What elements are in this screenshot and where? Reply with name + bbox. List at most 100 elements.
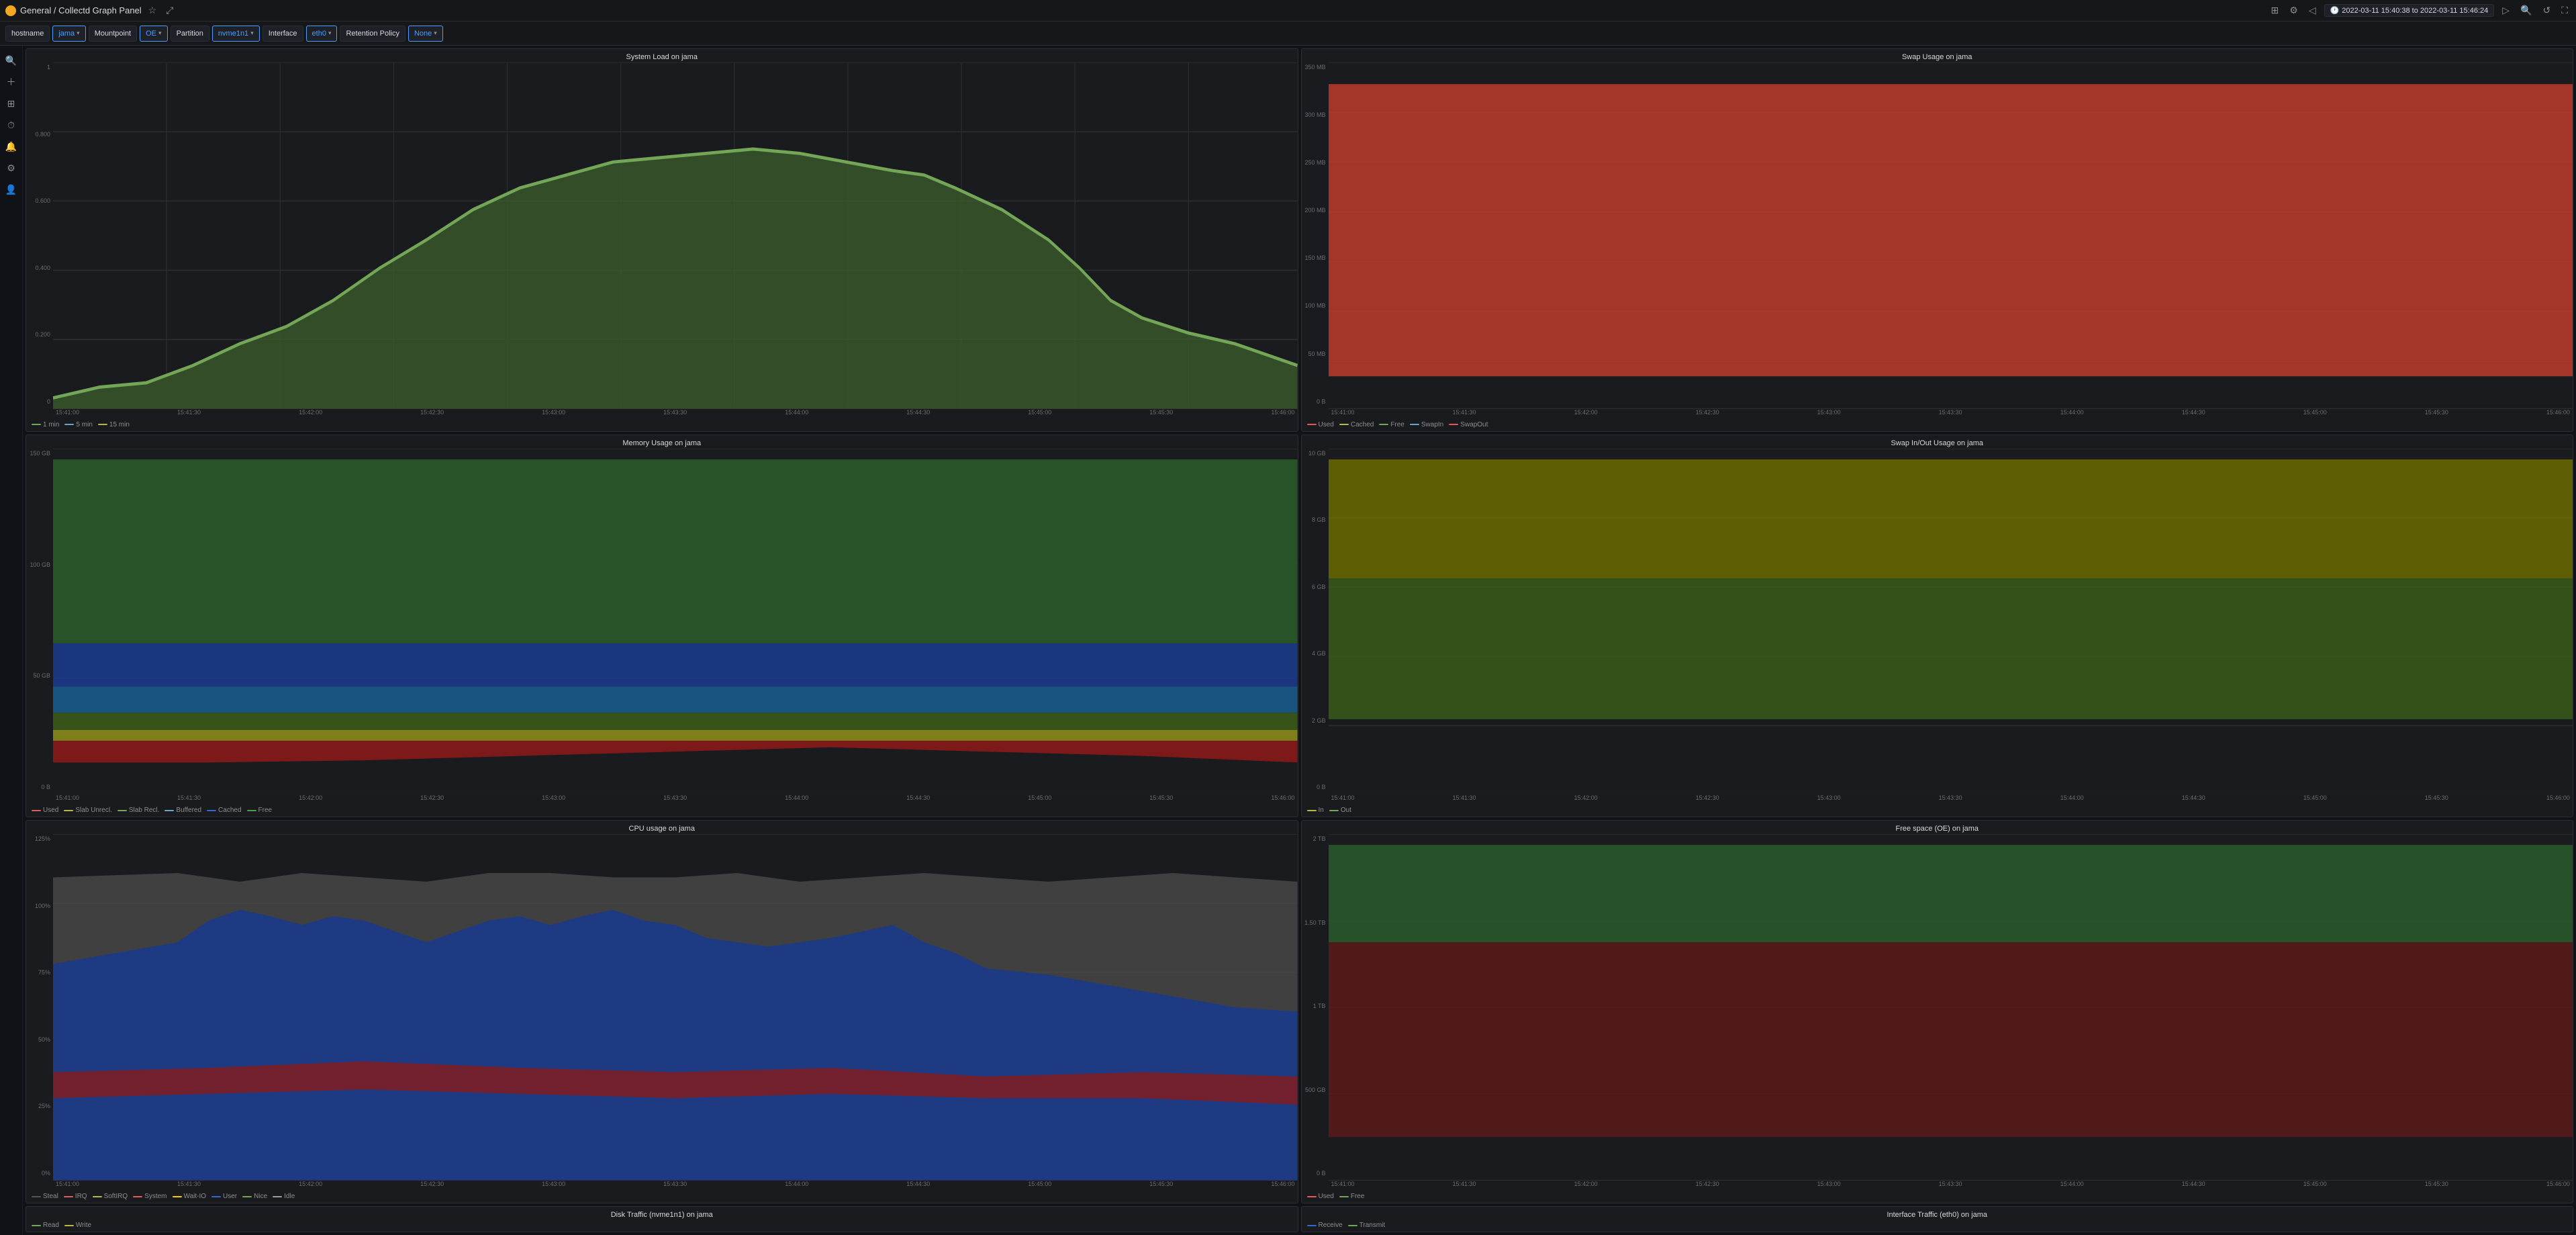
legend-memory-usage: Used Slab Unrecl. Slab Recl. Buffered Ca…: [26, 805, 1298, 817]
legend-system-load: 1 min 5 min 15 min: [26, 420, 1298, 431]
filter-partition[interactable]: Partition: [171, 26, 209, 42]
legend-steal: Steal: [32, 1193, 58, 1200]
sidebar-item-config[interactable]: ⚙: [2, 158, 21, 177]
filter-mountpoint[interactable]: Mountpoint: [89, 26, 137, 42]
panel-swap-inout: Swap In/Out Usage on jama 10 GB 8 GB 6 G…: [1301, 434, 2574, 818]
x-axis-swap-inout: 15:41:00 15:41:30 15:42:00 15:42:30 15:4…: [1329, 794, 2573, 805]
chart-swap-inout: 10 GB 8 GB 6 GB 4 GB 2 GB 0 B: [1302, 449, 2573, 806]
panel-swap-inout-title: Swap In/Out Usage on jama: [1302, 435, 2573, 449]
chart-swap-usage: 350 MB 300 MB 250 MB 200 MB 150 MB 100 M…: [1302, 62, 2573, 420]
legend-cached: Cached: [1339, 421, 1374, 428]
sidebar-item-user[interactable]: 👤: [2, 180, 21, 199]
panel-system-load: System Load on jama 1 0.800 0.600 0.400 …: [26, 48, 1298, 432]
settings-icon[interactable]: ⚙: [2287, 3, 2301, 17]
chevron-down-icon: ▾: [434, 30, 437, 37]
panel-free-space-title: Free space (OE) on jama: [1302, 821, 2573, 834]
sidebar-item-search[interactable]: 🔍: [2, 51, 21, 70]
layout: 🔍 ＋ ⊞ ⏱ 🔔 ⚙ 👤 System Load on jama 1 0.80…: [0, 46, 2576, 1235]
fullscreen-icon[interactable]: ⛶: [2559, 3, 2571, 17]
legend-mem-used: Used: [32, 807, 58, 814]
chart-canvas-swap-usage: [1329, 62, 2573, 409]
legend-1min: 1 min: [32, 421, 59, 428]
legend-swap-inout: In Out: [1302, 805, 2573, 817]
filter-hostname[interactable]: hostname: [5, 26, 50, 42]
topbar-left: General / Collectd Graph Panel ☆ ⤢: [5, 3, 2263, 17]
dashboard-icon[interactable]: ⊞: [2269, 3, 2282, 17]
legend-nice: Nice: [242, 1193, 267, 1200]
sidebar-item-alerts[interactable]: 🔔: [2, 137, 21, 156]
panel-interface-traffic: Interface Traffic (eth0) on jama 20 kb/s…: [1301, 1206, 2574, 1232]
chevron-down-icon: ▾: [77, 30, 80, 37]
y-axis-swap-usage: 350 MB 300 MB 250 MB 200 MB 150 MB 100 M…: [1302, 62, 1329, 406]
panel-memory-usage-title: Memory Usage on jama: [26, 435, 1298, 449]
legend-in: In: [1307, 807, 1324, 814]
legend-write: Write: [64, 1222, 91, 1229]
x-axis-free-space: 15:41:00 15:41:30 15:42:00 15:42:30 15:4…: [1329, 1181, 2573, 1191]
prev-icon[interactable]: ◁: [2306, 3, 2319, 17]
y-axis-system-load: 1 0.800 0.600 0.400 0.200 0: [26, 62, 53, 406]
legend-interface-traffic: Receive Transmit: [1302, 1220, 2573, 1232]
share-icon[interactable]: ⤢: [163, 3, 176, 17]
legend-used: Used: [1307, 421, 1334, 428]
next-icon[interactable]: ▷: [2499, 3, 2512, 17]
main-grid: System Load on jama 1 0.800 0.600 0.400 …: [23, 46, 2576, 1235]
filter-retention-policy[interactable]: Retention Policy: [340, 26, 406, 42]
chart-canvas-swap-inout: [1329, 449, 2573, 795]
zoom-out-icon[interactable]: 🔍: [2518, 3, 2534, 17]
filter-oe[interactable]: OE ▾: [140, 26, 167, 42]
panel-memory-usage: Memory Usage on jama 150 GB 100 GB 50 GB…: [26, 434, 1298, 818]
legend-mem-slab-unrecl: Slab Unrecl.: [64, 807, 111, 814]
legend-user: User: [211, 1193, 237, 1200]
topbar: General / Collectd Graph Panel ☆ ⤢ ⊞ ⚙ ◁…: [0, 0, 2576, 21]
legend-softirq: SoftIRQ: [93, 1193, 128, 1200]
panel-disk-traffic: Disk Traffic (nvme1n1) on jama 30 Gb 25 …: [26, 1206, 1298, 1232]
sidebar: 🔍 ＋ ⊞ ⏱ 🔔 ⚙ 👤: [0, 46, 23, 1235]
legend-swapout: SwapOut: [1449, 421, 1488, 428]
chevron-down-icon: ▾: [328, 30, 332, 37]
legend-irq: IRQ: [64, 1193, 87, 1200]
y-axis-swap-inout: 10 GB 8 GB 6 GB 4 GB 2 GB 0 B: [1302, 449, 1329, 792]
filter-interface[interactable]: Interface: [263, 26, 303, 42]
time-range[interactable]: 🕐 2022-03-11 15:40:38 to 2022-03-11 15:4…: [2324, 4, 2495, 17]
toolbar: hostname jama ▾ Mountpoint OE ▾ Partitio…: [0, 21, 2576, 46]
chart-cpu-usage: 125% 100% 75% 50% 25% 0%: [26, 834, 1298, 1191]
x-axis-cpu-usage: 15:41:00 15:41:30 15:42:00 15:42:30 15:4…: [53, 1181, 1298, 1191]
panel-cpu-usage: CPU usage on jama 125% 100% 75% 50% 25% …: [26, 820, 1298, 1203]
legend-free-space: Used Free: [1302, 1191, 2573, 1203]
star-icon[interactable]: ☆: [146, 3, 160, 17]
panel-free-space: Free space (OE) on jama 2 TB 1.50 TB 1 T…: [1301, 820, 2574, 1203]
legend-mem-free: Free: [247, 807, 273, 814]
filter-none[interactable]: None ▾: [408, 26, 443, 42]
sidebar-item-dashboards[interactable]: ⊞: [2, 94, 21, 113]
filter-eth0[interactable]: eth0 ▾: [306, 26, 338, 42]
grafana-logo: [5, 5, 16, 16]
legend-cpu-usage: Steal IRQ SoftIRQ System Wait-IO: [26, 1191, 1298, 1203]
panel-swap-usage: Swap Usage on jama 350 MB 300 MB 250 MB …: [1301, 48, 2574, 432]
filter-nvme1n1[interactable]: nvme1n1 ▾: [212, 26, 260, 42]
chevron-down-icon: ▾: [158, 30, 162, 37]
panel-cpu-usage-title: CPU usage on jama: [26, 821, 1298, 834]
filter-jama[interactable]: jama ▾: [52, 26, 85, 42]
legend-system: System: [133, 1193, 166, 1200]
legend-transmit: Transmit: [1348, 1222, 1386, 1229]
legend-fs-used: Used: [1307, 1193, 1334, 1200]
sidebar-item-add[interactable]: ＋: [2, 73, 21, 91]
refresh-icon[interactable]: ↺: [2540, 3, 2553, 17]
clock-icon: 🕐: [2330, 6, 2340, 15]
panel-swap-usage-title: Swap Usage on jama: [1302, 49, 2573, 62]
sidebar-item-explore[interactable]: ⏱: [2, 116, 21, 134]
x-axis-swap-usage: 15:41:00 15:41:30 15:42:00 15:42:30 15:4…: [1329, 409, 2573, 420]
panel-interface-traffic-title: Interface Traffic (eth0) on jama: [1302, 1207, 2573, 1220]
panel-disk-traffic-title: Disk Traffic (nvme1n1) on jama: [26, 1207, 1298, 1220]
topbar-right: ⊞ ⚙ ◁ 🕐 2022-03-11 15:40:38 to 2022-03-1…: [2269, 3, 2571, 17]
panel-system-load-title: System Load on jama: [26, 49, 1298, 62]
legend-read: Read: [32, 1222, 59, 1229]
chevron-down-icon: ▾: [250, 30, 254, 37]
legend-disk-traffic: Read Write: [26, 1220, 1298, 1232]
breadcrumb: General / Collectd Graph Panel: [20, 5, 142, 15]
legend-mem-cached: Cached: [207, 807, 241, 814]
legend-15min: 15 min: [98, 421, 130, 428]
legend-receive: Receive: [1307, 1222, 1343, 1229]
legend-swapin: SwapIn: [1410, 421, 1443, 428]
legend-out: Out: [1329, 807, 1351, 814]
